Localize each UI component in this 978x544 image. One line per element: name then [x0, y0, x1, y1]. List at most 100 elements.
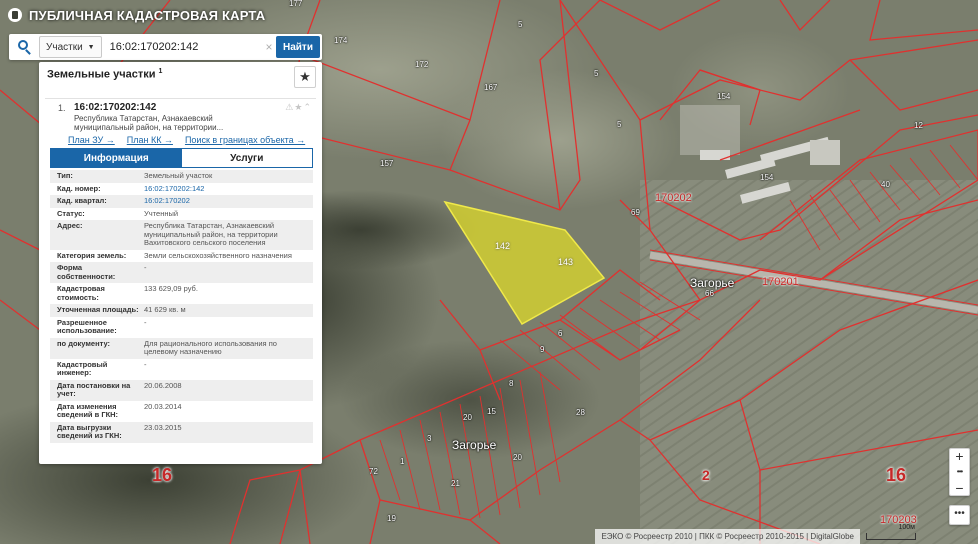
district-label: 16	[152, 465, 173, 485]
parcel-label: 172	[415, 60, 429, 69]
search-type-label: Участки	[46, 41, 83, 53]
warning-icon[interactable]: ⚠	[285, 102, 294, 112]
quarter-label: 170201	[762, 276, 799, 288]
chevron-down-icon: ▼	[87, 43, 95, 51]
clear-icon[interactable]: ×	[262, 40, 276, 54]
parcel-label: 28	[576, 408, 585, 417]
info-key: Кадастровая стоимость:	[57, 284, 105, 302]
parcel-label: 66	[705, 289, 714, 298]
cad-quarter-link[interactable]: 16:02:170202	[144, 196, 313, 206]
info-row: Уточненная площадь: 41 629 кв. м	[50, 304, 313, 317]
info-value: Земли сельскохозяйственного назначения	[144, 250, 292, 260]
tab-information[interactable]: Информация	[51, 149, 182, 167]
info-key: Адрес:	[57, 221, 83, 230]
info-row: Кадастровая стоимость: 133 629,09 руб.	[50, 283, 313, 304]
info-key: Форма собственности:	[57, 263, 116, 281]
info-row: Кад. квартал: 16:02:170202	[50, 195, 313, 208]
info-key: Статус:	[57, 208, 85, 218]
find-button[interactable]: Найти	[276, 36, 320, 58]
search-in-bounds-link[interactable]: Поиск в границах объекта →	[185, 135, 305, 145]
info-key: Тип:	[57, 171, 73, 180]
parcel-label: 143	[558, 257, 574, 267]
app-header: ПУБЛИЧНАЯ КАДАСТРОВАЯ КАРТА	[0, 0, 265, 30]
info-key: Дата выгрузки сведений из ГКН:	[57, 422, 122, 440]
info-key: по документу:	[57, 338, 111, 348]
info-key: Кад. номер:	[57, 183, 101, 193]
panel-title: Земельные участки 1	[47, 68, 162, 81]
info-row: по документу: Для рационального использов…	[50, 337, 313, 359]
info-row: Дата выгрузки сведений из ГКН: 23.03.2015	[50, 421, 313, 443]
search-input[interactable]	[101, 36, 262, 58]
result-card[interactable]: 1. 16:02:170202:142 ⚠★⌃ Республика Татар…	[45, 98, 316, 458]
scale-bar: 100м	[866, 524, 916, 540]
parcel-label: 9	[540, 345, 545, 354]
info-key: Кадастровый инженер:	[57, 359, 108, 377]
info-key: Дата изменения сведений в ГКН:	[57, 401, 119, 419]
scale-label: 100м	[898, 524, 916, 531]
results-count: 1	[158, 68, 163, 75]
info-row: Кадастровый инженер: -	[50, 358, 313, 380]
info-value: 133 629,09 руб.	[144, 284, 198, 293]
info-row: Категория земель: Земли сельскохозяйствен…	[50, 249, 313, 262]
parcel-label: 3	[427, 434, 432, 443]
zoom-out-button[interactable]: −	[950, 481, 969, 497]
parcel-label: 40	[881, 180, 890, 189]
collapse-icon[interactable]: ⌃	[303, 102, 312, 112]
parcel-label: 1	[400, 457, 405, 466]
parcel-label: 69	[631, 208, 640, 217]
info-value: Земельный участок	[144, 171, 213, 180]
panel-title-text: Земельные участки	[47, 68, 156, 81]
parcel-label: 15	[487, 407, 496, 416]
info-row: Тип: Земельный участок	[50, 170, 313, 183]
village-label: Загорье	[690, 276, 735, 290]
info-key: Дата постановки на учет:	[57, 380, 131, 398]
plan-zu-link[interactable]: План ЗУ →	[68, 135, 115, 145]
more-options-button[interactable]: •••	[949, 505, 970, 525]
info-row: Дата изменения сведений в ГКН: 20.03.2014	[50, 400, 313, 422]
favorite-star-icon[interactable]: ★	[294, 66, 316, 88]
result-address: Республика Татарстан, Азнакаевский муниц…	[74, 114, 224, 132]
info-table: Тип: Земельный участок Кад. номер: 16:02:1…	[50, 170, 313, 443]
info-value: 23.03.2015	[144, 422, 182, 432]
info-key: Разрешенное использование:	[57, 317, 117, 335]
selected-parcel-label: 142	[495, 241, 511, 251]
parcel-label: 5	[518, 20, 523, 29]
tab-services[interactable]: Услуги	[181, 149, 312, 167]
attribution: ЕЭКО © Росреестр 2010 | ПКК © Росреестр …	[595, 529, 860, 544]
info-row: Форма собственности: -	[50, 262, 313, 283]
rosreestr-logo-icon	[8, 8, 22, 22]
info-value: Учтенный	[144, 208, 179, 218]
result-cad-number[interactable]: 16:02:170202:142	[74, 102, 156, 113]
results-panel: Земельные участки 1 ★ 1. 16:02:170202:14…	[39, 62, 322, 464]
zoom-in-button[interactable]: +	[950, 449, 969, 465]
info-value: 20.06.2008	[144, 380, 182, 390]
result-links: План ЗУ → План КК → Поиск в границах объ…	[68, 135, 305, 145]
parcel-label: 6	[558, 329, 563, 338]
info-value: -	[144, 263, 147, 272]
info-row: Кад. номер: 16:02:170202:142	[50, 182, 313, 195]
info-row: Адрес: Республика Татарстан, Азнакаевский…	[50, 220, 313, 250]
parcel-label: 20	[513, 453, 522, 462]
parcel-label: 167	[484, 83, 498, 92]
parcel-label: 174	[334, 36, 348, 45]
result-tools: ⚠★⌃	[285, 102, 312, 113]
search-bar: Участки ▼ × Найти	[9, 34, 322, 60]
search-icon[interactable]	[9, 34, 39, 60]
parcel-label: 21	[451, 479, 460, 488]
info-key: Уточненная площадь:	[57, 305, 139, 314]
parcel-label: 20	[463, 413, 472, 422]
parcel-label: 5	[617, 120, 622, 129]
info-row: Разрешенное использование: -	[50, 316, 313, 338]
search-type-dropdown[interactable]: Участки ▼	[39, 36, 102, 58]
cad-number-link[interactable]: 16:02:170202:142	[144, 184, 313, 194]
parcel-label: 19	[387, 514, 396, 523]
village-label: Загорье	[452, 438, 497, 452]
info-value: -	[144, 359, 147, 369]
parcel-label: 5	[594, 69, 599, 78]
zoom-slider[interactable]: •••	[950, 465, 969, 481]
info-row: Статус: Учтенный	[50, 207, 313, 220]
plan-kk-link[interactable]: План КК →	[127, 135, 173, 145]
info-key: Кад. квартал:	[57, 196, 107, 205]
info-tabs: Информация Услуги	[50, 148, 313, 168]
info-value: Для рационального использования по целев…	[144, 338, 277, 356]
